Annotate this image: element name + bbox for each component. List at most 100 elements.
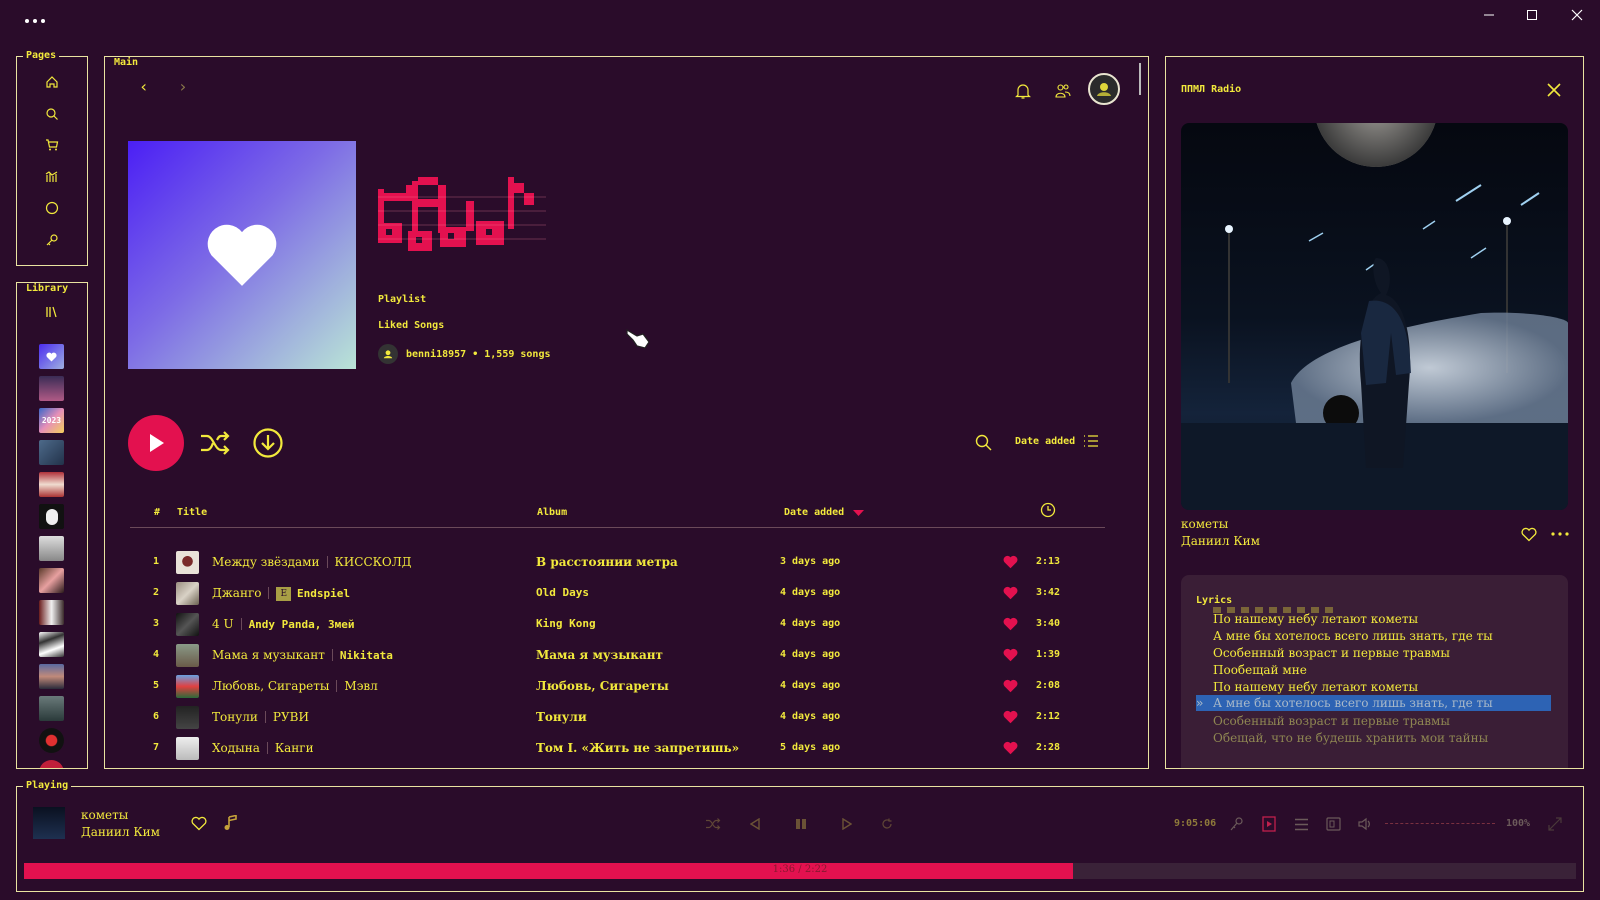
col-date-added[interactable]: Date added bbox=[784, 507, 865, 518]
track-title[interactable]: Мама я музыкант bbox=[212, 648, 325, 662]
user-avatar-button[interactable] bbox=[1088, 73, 1120, 105]
track-title[interactable]: Джанго bbox=[212, 586, 261, 600]
liked-heart-icon[interactable] bbox=[1003, 710, 1018, 724]
library-item-playlist[interactable] bbox=[39, 600, 64, 625]
liked-heart-icon[interactable] bbox=[1003, 617, 1018, 631]
liked-heart-icon[interactable] bbox=[1003, 586, 1018, 600]
main-scrollbar[interactable] bbox=[1139, 63, 1141, 95]
library-item-playlist[interactable] bbox=[39, 376, 64, 401]
window-menu-button[interactable] bbox=[20, 10, 50, 32]
now-playing-title[interactable]: кометы bbox=[1181, 517, 1228, 531]
lyrics-box[interactable]: Lyrics По нашему небу летают кометы А мн… bbox=[1181, 575, 1568, 768]
owner-avatar[interactable] bbox=[378, 344, 398, 364]
queue-button[interactable] bbox=[1291, 814, 1311, 834]
lyrics-line[interactable]: Особенный возраст и первые травмы bbox=[1213, 646, 1450, 660]
progress-bar[interactable]: 1:36 / 2:22 bbox=[24, 863, 1576, 879]
col-title[interactable]: Title bbox=[177, 507, 207, 518]
repeat-button[interactable] bbox=[877, 814, 897, 834]
track-title[interactable]: Между звёздами bbox=[212, 555, 320, 569]
volume-slider[interactable] bbox=[1385, 823, 1495, 824]
nav-home[interactable] bbox=[17, 71, 87, 93]
track-title[interactable]: Ходына bbox=[212, 741, 260, 755]
library-item-playlist[interactable] bbox=[39, 728, 64, 753]
track-artist[interactable]: Nikitata bbox=[340, 649, 393, 662]
lyrics-line[interactable]: По нашему небу летают кометы bbox=[1213, 612, 1418, 626]
track-album[interactable]: В расстоянии метра bbox=[536, 555, 678, 569]
shuffle-control[interactable] bbox=[703, 814, 723, 834]
notifications-button[interactable] bbox=[1011, 79, 1035, 103]
liked-heart-icon[interactable] bbox=[1003, 648, 1018, 662]
more-options-button[interactable] bbox=[1549, 524, 1571, 544]
col-duration[interactable] bbox=[1039, 501, 1057, 519]
library-item-playlist[interactable] bbox=[39, 568, 64, 593]
volume-button[interactable] bbox=[1355, 814, 1375, 834]
track-album[interactable]: Мама я музыкант bbox=[536, 648, 663, 662]
library-item-playlist[interactable] bbox=[39, 536, 64, 561]
track-artist[interactable]: Andy Panda, Змей bbox=[249, 618, 355, 631]
library-item-playlist[interactable] bbox=[39, 760, 64, 768]
track-album[interactable]: Любовь, Сигареты bbox=[536, 679, 669, 693]
player-song-artist[interactable]: Даниил Ким bbox=[81, 825, 160, 839]
fullscreen-button[interactable] bbox=[1545, 814, 1565, 834]
library-item-playlist[interactable] bbox=[39, 632, 64, 657]
table-row[interactable]: 2 Джанго E Endspiel Old Days 4 days ago 3:… bbox=[130, 578, 1130, 608]
previous-button[interactable] bbox=[745, 814, 765, 834]
liked-heart-icon[interactable] bbox=[1003, 741, 1018, 755]
lyrics-line[interactable]: Обещай, что не будешь хранить мои тайны bbox=[1213, 731, 1488, 745]
download-button[interactable] bbox=[251, 426, 285, 460]
library-item-playlist[interactable] bbox=[39, 664, 64, 689]
next-button[interactable] bbox=[837, 814, 857, 834]
table-row[interactable]: 1 Между звёздами КИССКОЛД В расстоянии ме… bbox=[130, 547, 1130, 577]
track-artist[interactable]: Мэвл bbox=[344, 679, 377, 693]
library-item-year-2023[interactable]: 2023 bbox=[39, 408, 64, 433]
lyrics-line[interactable]: Пообещай мне bbox=[1213, 663, 1307, 677]
player-note-button[interactable] bbox=[221, 813, 241, 833]
table-row[interactable]: 6 Тонули РУВИ Тонули 4 days ago 2:12 bbox=[130, 702, 1130, 732]
library-item-playlist[interactable] bbox=[39, 472, 64, 497]
window-maximize-button[interactable] bbox=[1517, 4, 1547, 26]
track-title[interactable]: 4 U bbox=[212, 617, 234, 631]
radio-title[interactable]: ППМЛ Radio bbox=[1181, 84, 1241, 95]
player-like-button[interactable] bbox=[189, 813, 209, 833]
nav-stats[interactable] bbox=[17, 166, 87, 188]
track-album[interactable]: Тонули bbox=[536, 710, 587, 724]
liked-heart-icon[interactable] bbox=[1003, 679, 1018, 693]
table-row[interactable]: 5 Любовь, Сигареты Мэвл Любовь, Сигареты … bbox=[130, 671, 1130, 701]
window-close-button[interactable] bbox=[1562, 4, 1592, 26]
table-row[interactable]: 4 Мама я музыкант Nikitata Мама я музыкан… bbox=[130, 640, 1130, 670]
nav-forward-button[interactable]: › bbox=[178, 77, 188, 96]
lyrics-line[interactable]: А мне бы хотелось всего лишь знать, где … bbox=[1213, 629, 1493, 643]
friends-button[interactable] bbox=[1051, 79, 1075, 103]
close-panel-button[interactable] bbox=[1543, 79, 1565, 101]
lyrics-line-active[interactable]: » А мне бы хотелось всего лишь знать, где… bbox=[1196, 695, 1551, 711]
track-artist[interactable]: Канги bbox=[275, 741, 314, 755]
shuffle-button[interactable] bbox=[197, 426, 233, 460]
library-item-playlist[interactable] bbox=[39, 504, 64, 529]
liked-heart-icon[interactable] bbox=[1003, 555, 1018, 569]
col-album[interactable]: Album bbox=[537, 507, 567, 518]
nav-search[interactable] bbox=[17, 103, 87, 125]
player-cover[interactable] bbox=[33, 807, 65, 839]
now-playing-view-button[interactable] bbox=[1259, 814, 1279, 834]
track-album[interactable]: King Kong bbox=[536, 617, 596, 630]
devices-button[interactable] bbox=[1323, 814, 1343, 834]
nav-circle[interactable] bbox=[17, 197, 87, 219]
library-button[interactable] bbox=[17, 301, 87, 323]
track-title[interactable]: Тонули bbox=[212, 710, 258, 724]
nav-store[interactable] bbox=[17, 134, 87, 156]
lyrics-line[interactable]: Особенный возраст и первые травмы bbox=[1213, 714, 1450, 728]
track-artist[interactable]: Endspiel bbox=[297, 587, 350, 600]
sort-button[interactable]: Date added bbox=[1015, 434, 1099, 448]
like-button[interactable] bbox=[1519, 524, 1539, 544]
lyrics-toggle-button[interactable] bbox=[1227, 814, 1247, 834]
nav-key[interactable] bbox=[17, 229, 87, 251]
track-album[interactable]: Том I. «Жить не запретишь» bbox=[536, 741, 739, 755]
table-row[interactable]: 7 Ходына Канги Том I. «Жить не запретишь»… bbox=[130, 733, 1130, 763]
lyrics-line[interactable]: По нашему небу летают кометы bbox=[1213, 680, 1418, 694]
track-album[interactable]: Old Days bbox=[536, 586, 589, 599]
window-minimize-button[interactable] bbox=[1474, 4, 1504, 26]
track-artist[interactable]: КИССКОЛД bbox=[335, 555, 412, 569]
pause-button[interactable] bbox=[791, 814, 811, 834]
play-button[interactable] bbox=[128, 415, 184, 471]
track-artist[interactable]: РУВИ bbox=[273, 710, 309, 724]
